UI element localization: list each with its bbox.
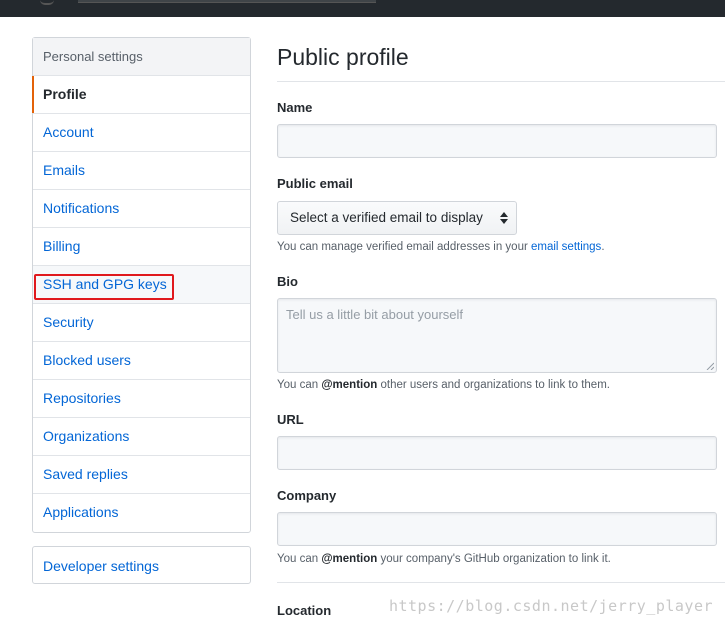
- bio-textarea[interactable]: [277, 298, 717, 373]
- sidebar-item-blocked-users[interactable]: Blocked users: [33, 342, 250, 380]
- note-text: You can manage verified email addresses …: [277, 241, 531, 253]
- url-input[interactable]: [277, 436, 717, 470]
- resize-handle-icon[interactable]: [706, 362, 714, 370]
- top-navigation-bar: [0, 0, 725, 17]
- sidebar-item-emails[interactable]: Emails: [33, 152, 250, 190]
- note-text: You can: [277, 553, 322, 565]
- developer-settings-menu: Developer settings: [32, 546, 251, 584]
- url-label: URL: [277, 412, 304, 427]
- note-text: other users and organizations to link to…: [377, 379, 610, 391]
- email-settings-link[interactable]: email settings: [531, 241, 601, 253]
- sidebar-item-applications[interactable]: Applications: [33, 494, 250, 532]
- sidebar-item-billing[interactable]: Billing: [33, 228, 250, 266]
- sidebar-item-notifications[interactable]: Notifications: [33, 190, 250, 228]
- public-email-select[interactable]: Select a verified email to display: [277, 201, 517, 235]
- sidebar-heading: Personal settings: [33, 38, 250, 76]
- section-divider: [277, 582, 725, 583]
- github-logo-icon[interactable]: [40, 0, 54, 5]
- settings-sidebar: Personal settings Profile Account Emails…: [32, 37, 251, 533]
- public-email-selected-value: Select a verified email to display: [290, 210, 483, 225]
- company-note: You can @mention your company's GitHub o…: [277, 553, 611, 565]
- public-email-label: Public email: [277, 176, 353, 191]
- company-input[interactable]: [277, 512, 717, 546]
- mention-text: @mention: [321, 553, 378, 565]
- sidebar-item-repositories[interactable]: Repositories: [33, 380, 250, 418]
- sidebar-item-developer-settings[interactable]: Developer settings: [33, 547, 250, 583]
- watermark: https://blog.csdn.net/jerry_player: [388, 597, 713, 615]
- sidebar-item-organizations[interactable]: Organizations: [33, 418, 250, 456]
- red-highlight-annotation: [34, 274, 174, 300]
- sidebar-item-ssh-gpg-keys[interactable]: SSH and GPG keys: [33, 266, 250, 304]
- public-profile-form: Public profile Name Public email Select …: [277, 37, 725, 618]
- location-label: Location: [277, 603, 332, 618]
- sidebar-item-profile[interactable]: Profile: [32, 76, 250, 114]
- name-input[interactable]: [277, 124, 717, 158]
- note-text: .: [601, 241, 605, 253]
- mention-text: @mention: [321, 379, 378, 391]
- search-input[interactable]: [78, 0, 376, 3]
- bio-label: Bio: [277, 274, 298, 289]
- bio-field-wrapper: [277, 298, 717, 373]
- select-arrows-icon: [500, 212, 508, 224]
- sidebar-item-security[interactable]: Security: [33, 304, 250, 342]
- note-text: You can: [277, 379, 322, 391]
- sidebar-item-saved-replies[interactable]: Saved replies: [33, 456, 250, 494]
- public-email-note: You can manage verified email addresses …: [277, 241, 605, 253]
- company-label: Company: [277, 488, 337, 503]
- sidebar-item-account[interactable]: Account: [33, 114, 250, 152]
- page-title: Public profile: [277, 37, 725, 82]
- bio-note: You can @mention other users and organiz…: [277, 379, 610, 391]
- note-text: your company's GitHub organization to li…: [377, 553, 611, 565]
- name-label: Name: [277, 100, 313, 115]
